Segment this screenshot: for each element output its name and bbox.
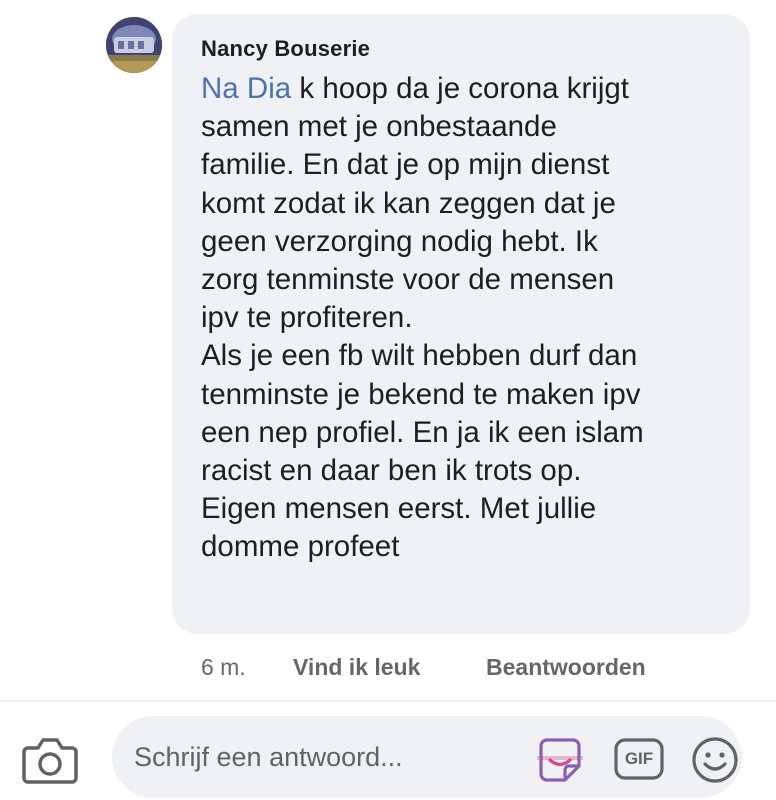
- avatar-image: [106, 17, 162, 73]
- comment-screen: Nancy Bouserie Na Dia k hoop da je coron…: [0, 0, 776, 800]
- camera-icon[interactable]: [20, 734, 80, 786]
- reply-input[interactable]: [134, 738, 514, 776]
- sticker-icon[interactable]: [535, 736, 585, 784]
- comment-body: Na Dia k hoop da je corona krijgt samen …: [201, 70, 746, 567]
- comment-mention[interactable]: Na Dia: [201, 72, 291, 105]
- comment-author[interactable]: Nancy Bouserie: [201, 36, 370, 62]
- reply-button[interactable]: Beantwoorden: [486, 654, 646, 681]
- comment-timestamp: 6 m.: [201, 654, 246, 680]
- avatar[interactable]: [106, 17, 162, 73]
- like-button[interactable]: Vind ik leuk: [293, 654, 420, 681]
- emoji-icon[interactable]: [690, 735, 740, 785]
- gif-label: GIF: [624, 749, 654, 768]
- gif-icon[interactable]: GIF: [613, 737, 665, 781]
- comment-bubble: Nancy Bouserie Na Dia k hoop da je coron…: [172, 14, 750, 634]
- comment-text: k hoop da je corona krijgt samen met je …: [201, 72, 644, 564]
